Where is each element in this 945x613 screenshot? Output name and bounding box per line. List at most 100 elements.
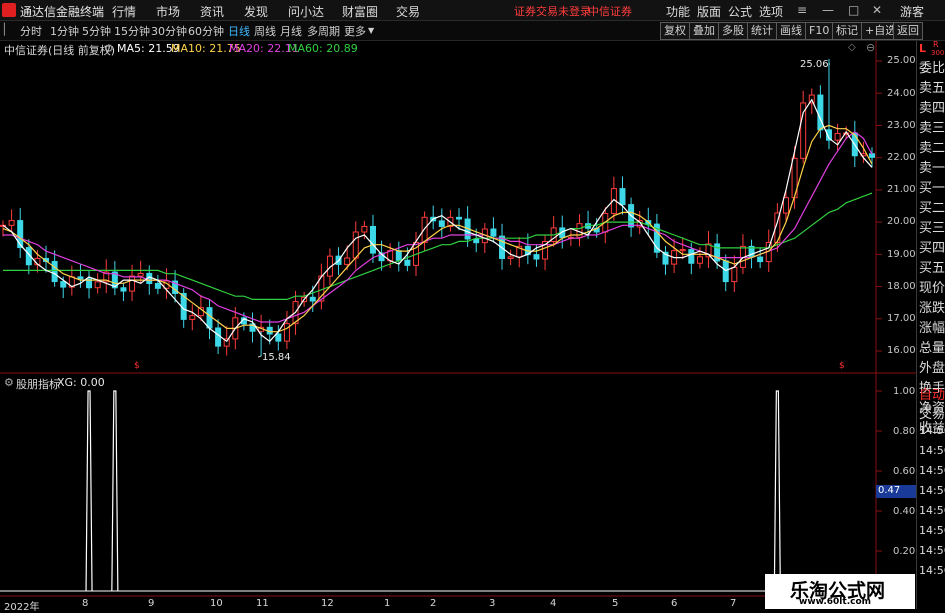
- menu-options[interactable]: 选项: [759, 3, 783, 20]
- tab-5min[interactable]: 5分钟: [82, 23, 111, 39]
- tick-time: 14:56: [919, 504, 945, 517]
- f10-button[interactable]: F10: [805, 22, 834, 40]
- overlay-button[interactable]: 叠加: [689, 22, 719, 40]
- minimize-icon[interactable]: —: [822, 3, 834, 17]
- tab-multi-period[interactable]: 多周期: [307, 23, 340, 39]
- candle-body: [369, 225, 376, 254]
- candle-body: [456, 216, 463, 220]
- broker-name[interactable]: 中信证券: [588, 3, 632, 19]
- close-icon[interactable]: ✕: [872, 3, 882, 17]
- price-tick: 20.00: [887, 216, 916, 227]
- diamond-icon[interactable]: ◇: [848, 42, 856, 53]
- price-tick: 17.00: [887, 313, 916, 324]
- candle-body: [129, 275, 136, 292]
- menu-discover[interactable]: 发现: [244, 3, 268, 20]
- candle-body: [473, 238, 480, 244]
- candle-body: [51, 260, 58, 283]
- user-guest[interactable]: 游客: [900, 3, 924, 20]
- ma20-line: [3, 131, 873, 323]
- auto-trade-label[interactable]: 自动: [919, 384, 945, 403]
- candle-body: [800, 102, 807, 159]
- app-title: 通达信金融终端: [20, 5, 105, 19]
- menu-formula[interactable]: 公式: [728, 3, 752, 20]
- price-tick: 18.00: [887, 281, 916, 292]
- menu-news[interactable]: 资讯: [200, 3, 224, 20]
- indicator-tick: 0.40: [893, 506, 916, 517]
- panel-field-label: 卖五: [919, 81, 945, 96]
- candle-body: [77, 276, 84, 280]
- tab-15min[interactable]: 15分钟: [114, 23, 150, 39]
- panel-field-label: 买二: [919, 201, 945, 216]
- candle-body: [275, 333, 282, 342]
- candle-body: [215, 327, 222, 347]
- price-tick: 16.00: [887, 345, 916, 356]
- menu-market[interactable]: 市场: [156, 3, 180, 20]
- tick-time: 14:56: [919, 484, 945, 497]
- tick-time: 14:56: [919, 524, 945, 537]
- tab-weekly[interactable]: 周线: [254, 23, 276, 39]
- price-tick: 24.00: [887, 88, 916, 99]
- tab-daily[interactable]: 日线: [228, 23, 250, 39]
- tick-time: 14:56: [919, 464, 945, 477]
- candle-body: [782, 197, 789, 214]
- tab-60min[interactable]: 60分钟: [188, 23, 224, 39]
- login-status[interactable]: 证券交易未登录: [514, 3, 591, 19]
- candle-body: [120, 287, 127, 292]
- tab-monthly[interactable]: 月线: [280, 23, 302, 39]
- candle-body: [137, 272, 144, 277]
- candle-body: [404, 259, 411, 266]
- high-annotation: 25.06: [800, 59, 829, 70]
- watermark-url: www.60lt.com: [799, 597, 872, 607]
- menu-quotes[interactable]: 行情: [112, 3, 136, 20]
- candle-body: [395, 250, 402, 261]
- panel-field-label: 买三: [919, 221, 945, 236]
- indicator-spike: [111, 390, 119, 592]
- panel-field-label: 买五: [919, 261, 945, 276]
- candle-body: [731, 266, 738, 283]
- menu-layout[interactable]: 版面: [697, 3, 721, 20]
- candle-body: [490, 228, 497, 237]
- menu-trade[interactable]: 交易: [396, 3, 420, 20]
- panel-field-label: 涨跌: [919, 301, 945, 316]
- date-tick: 2: [430, 598, 437, 609]
- price-tick: 23.00: [887, 120, 916, 131]
- tab-1min[interactable]: 1分钟: [50, 23, 79, 39]
- date-tick: 11: [256, 598, 269, 609]
- price-tick: 22.00: [887, 152, 916, 163]
- collapse-icon[interactable]: ▏: [4, 23, 12, 36]
- low-arrow: [257, 355, 262, 358]
- mark-button[interactable]: 标记: [832, 22, 862, 40]
- draw-button[interactable]: 画线: [776, 22, 806, 40]
- trade-label[interactable]: 交易: [919, 403, 945, 422]
- back-button[interactable]: 返回: [893, 22, 923, 40]
- panel-field-label: 委比: [919, 61, 945, 76]
- panel-field-label: 总量: [919, 341, 945, 356]
- candle-body: [17, 220, 24, 249]
- menu-wealth[interactable]: 财富圈: [342, 3, 378, 20]
- date-tick: 7: [730, 598, 737, 609]
- tab-30min[interactable]: 30分钟: [151, 23, 187, 39]
- stats-button[interactable]: 统计: [747, 22, 777, 40]
- indicator-name: 股朋指标: [16, 378, 60, 391]
- adjust-button[interactable]: 复权: [660, 22, 690, 40]
- maximize-icon[interactable]: □: [848, 3, 859, 17]
- panel-field-label: 买四: [919, 241, 945, 256]
- kline-chart[interactable]: [0, 41, 916, 609]
- menu-function[interactable]: 功能: [666, 3, 690, 20]
- candle-body: [60, 281, 67, 288]
- menu-ask[interactable]: 问小达: [288, 3, 324, 20]
- indicator-cursor-value: 0.47: [876, 485, 916, 498]
- panel-badge-r: R: [933, 40, 939, 49]
- menu-icon[interactable]: ≡: [797, 3, 807, 17]
- multi-stock-button[interactable]: 多股: [718, 22, 748, 40]
- collapse-circle-icon[interactable]: ⊖: [866, 41, 875, 54]
- panel-field-label: 现价: [919, 281, 945, 296]
- tab-more[interactable]: 更多: [344, 23, 366, 39]
- candle-body: [533, 254, 540, 260]
- panel-field-label: 卖一: [919, 161, 945, 176]
- dropdown-icon[interactable]: ▼: [368, 26, 374, 35]
- indicator-settings-icon[interactable]: ⚙: [4, 376, 14, 389]
- tab-intraday[interactable]: 分时: [20, 23, 42, 39]
- candle-body: [283, 323, 290, 342]
- candle-body: [309, 296, 316, 302]
